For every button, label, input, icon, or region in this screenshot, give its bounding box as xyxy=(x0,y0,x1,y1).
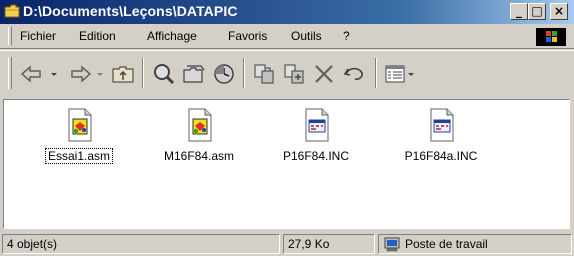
asm-file-icon xyxy=(68,108,92,142)
file-name: P16F84.INC xyxy=(282,149,350,163)
file-name: P16F84a.INC xyxy=(404,149,478,163)
menu-help[interactable]: ? xyxy=(343,29,350,43)
up-folder-button[interactable] xyxy=(110,61,136,87)
toolbar-separator xyxy=(375,58,377,88)
history-button[interactable] xyxy=(211,61,237,87)
explorer-window: D:\Documents\Leçons\DATAPIC _ □ × Fichie… xyxy=(0,0,574,256)
forward-button[interactable] xyxy=(66,61,108,87)
views-icon xyxy=(385,65,414,83)
file-item[interactable]: M16F84.asm xyxy=(149,108,249,163)
minimize-button[interactable]: _ xyxy=(510,3,528,20)
back-icon xyxy=(20,65,57,83)
undo-icon xyxy=(343,67,363,80)
inc-file-icon xyxy=(305,108,329,142)
status-zone: Poste de travail xyxy=(378,234,572,254)
file-item[interactable]: P16F84.INC xyxy=(266,108,366,163)
menu-edition[interactable]: Edition xyxy=(79,29,116,43)
file-list-view[interactable]: Essai1.asm M16F84.asm P16F84.INC P16F84a… xyxy=(3,99,570,229)
forward-icon xyxy=(71,65,103,83)
delete-button[interactable] xyxy=(311,61,337,87)
file-item[interactable]: Essai1.asm xyxy=(29,108,129,164)
up-folder-icon xyxy=(112,66,134,83)
menu-fichier[interactable]: Fichier xyxy=(20,29,56,43)
maximize-button[interactable]: □ xyxy=(528,3,546,20)
back-button[interactable] xyxy=(18,61,64,87)
move-to-icon xyxy=(254,64,274,84)
window-title: D:\Documents\Leçons\DATAPIC xyxy=(23,3,238,19)
status-object-count: 4 objet(s) xyxy=(2,234,280,254)
menu-bar-handle[interactable] xyxy=(8,27,12,45)
views-button[interactable] xyxy=(382,61,418,87)
menu-bar: Fichier Edition Affichage Favoris Outils… xyxy=(0,24,574,49)
folder-icon xyxy=(4,4,20,18)
search-icon xyxy=(154,64,175,85)
file-item[interactable]: P16F84a.INC xyxy=(391,108,491,163)
menu-outils[interactable]: Outils xyxy=(291,29,322,43)
copy-to-button[interactable] xyxy=(281,61,307,87)
delete-icon xyxy=(315,65,333,83)
status-zone-label: Poste de travail xyxy=(405,237,488,251)
windows-logo-icon xyxy=(536,28,566,46)
history-icon xyxy=(214,64,234,84)
folders-button[interactable] xyxy=(181,61,207,87)
toolbar-separator xyxy=(142,58,144,88)
standard-toolbar xyxy=(0,50,574,97)
close-button[interactable]: × xyxy=(550,3,568,20)
asm-file-icon xyxy=(188,108,212,142)
menu-favoris[interactable]: Favoris xyxy=(228,29,267,43)
title-bar[interactable]: D:\Documents\Leçons\DATAPIC _ □ × xyxy=(0,0,574,24)
search-button[interactable] xyxy=(151,61,177,87)
my-computer-icon xyxy=(384,237,400,252)
folders-icon xyxy=(183,65,205,83)
inc-file-icon xyxy=(430,108,454,142)
status-size: 27,9 Ko xyxy=(283,234,375,254)
file-name: M16F84.asm xyxy=(163,149,235,163)
toolbar-handle[interactable] xyxy=(8,57,12,89)
move-to-button[interactable] xyxy=(251,61,277,87)
undo-button[interactable] xyxy=(341,61,367,87)
file-name: Essai1.asm xyxy=(44,148,114,164)
copy-to-icon xyxy=(284,64,304,84)
toolbar-separator xyxy=(243,58,245,88)
status-bar: 4 objet(s) 27,9 Ko Poste de travail xyxy=(0,232,574,256)
menu-affichage[interactable]: Affichage xyxy=(147,29,197,43)
